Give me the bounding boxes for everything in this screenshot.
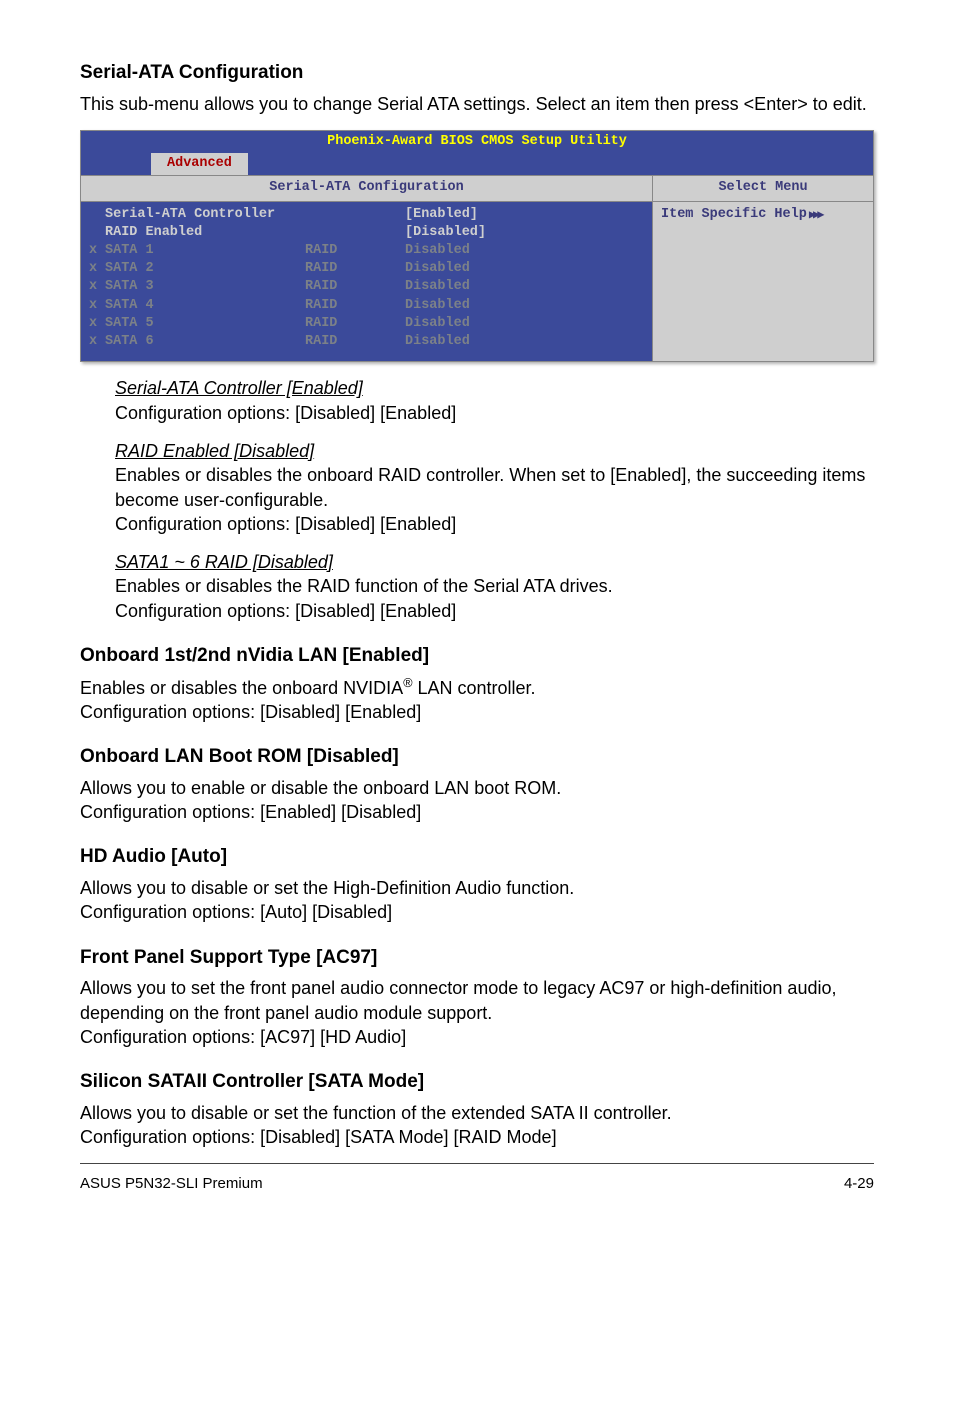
subitem-sata-raid: SATA1 ~ 6 RAID [Disabled] Enables or dis… xyxy=(80,550,874,623)
bios-c1: SATA 1 xyxy=(105,242,305,260)
bios-tabrow: Advanced xyxy=(81,153,873,176)
subitem-body: Enables or disables the RAID function of… xyxy=(115,574,874,598)
bios-c2: RAID xyxy=(305,297,405,315)
subitem-body: Configuration options: [Disabled] [Enabl… xyxy=(115,401,874,425)
bios-body: Serial-ATA Controller [Enabled] RAID Ena… xyxy=(81,201,873,362)
bios-setting-label: Serial-ATA Controller xyxy=(105,206,305,224)
bios-c2: RAID xyxy=(305,333,405,351)
bios-c3: Disabled xyxy=(405,242,644,260)
footer-divider xyxy=(80,1163,874,1164)
section-heading-lan-rom: Onboard LAN Boot ROM [Disabled] xyxy=(80,744,874,770)
subitem-title: SATA1 ~ 6 RAID [Disabled] xyxy=(115,550,874,574)
section-heading-front-panel: Front Panel Support Type [AC97] xyxy=(80,945,874,971)
section-heading-hd-audio: HD Audio [Auto] xyxy=(80,844,874,870)
bios-c1: SATA 3 xyxy=(105,278,305,296)
bios-x: x xyxy=(89,333,105,351)
bios-x xyxy=(89,224,105,242)
bios-x: x xyxy=(89,315,105,333)
bios-row: x SATA 5 RAID Disabled xyxy=(89,315,644,333)
bios-help-text: Item Specific Help xyxy=(661,206,807,224)
body-line: Configuration options: [Disabled] [SATA … xyxy=(80,1127,557,1147)
bios-setting-row[interactable]: Serial-ATA Controller [Enabled] xyxy=(89,206,644,224)
footer-left: ASUS P5N32-SLI Premium xyxy=(80,1174,263,1194)
bios-c2: RAID xyxy=(305,278,405,296)
bios-c3: Disabled xyxy=(405,297,644,315)
body-line: Allows you to disable or set the High-De… xyxy=(80,878,574,898)
bios-setting-value: [Enabled] xyxy=(405,206,644,224)
lan-body-options: Configuration options: [Disabled] [Enabl… xyxy=(80,702,421,722)
section-body: Allows you to disable or set the functio… xyxy=(80,1101,874,1150)
bios-title: Phoenix-Award BIOS CMOS Setup Utility xyxy=(81,131,873,153)
bios-row: x SATA 1 RAID Disabled xyxy=(89,242,644,260)
body-line: Allows you to enable or disable the onbo… xyxy=(80,778,561,798)
bios-c2: RAID xyxy=(305,315,405,333)
arrows-icon: ▶▶▶ xyxy=(809,207,822,223)
bios-header-row: Serial-ATA Configuration Select Menu xyxy=(81,176,873,200)
subitem-body: Enables or disables the onboard RAID con… xyxy=(115,463,874,512)
body-line: Allows you to disable or set the functio… xyxy=(80,1103,672,1123)
bios-setting-mid xyxy=(305,224,405,242)
bios-row: x SATA 4 RAID Disabled xyxy=(89,297,644,315)
tab-spacer xyxy=(81,153,151,175)
section-heading-silicon: Silicon SATAII Controller [SATA Mode] xyxy=(80,1069,874,1095)
subitem-body: Configuration options: [Disabled] [Enabl… xyxy=(115,512,874,536)
bios-row: x SATA 6 RAID Disabled xyxy=(89,333,644,351)
subitem-body: Configuration options: [Disabled] [Enabl… xyxy=(115,599,874,623)
body-line: Allows you to set the front panel audio … xyxy=(80,978,836,1022)
section-heading-onboard-lan: Onboard 1st/2nd nVidia LAN [Enabled] xyxy=(80,643,874,669)
bios-c1: SATA 5 xyxy=(105,315,305,333)
lan-body-part2: LAN controller. xyxy=(412,678,535,698)
bios-c2: RAID xyxy=(305,260,405,278)
bios-left-header: Serial-ATA Configuration xyxy=(81,176,653,200)
bios-tab-advanced[interactable]: Advanced xyxy=(151,153,248,175)
section-body: Allows you to set the front panel audio … xyxy=(80,976,874,1049)
bios-setting-row[interactable]: RAID Enabled [Disabled] xyxy=(89,224,644,242)
bios-row: x SATA 2 RAID Disabled xyxy=(89,260,644,278)
bios-c3: Disabled xyxy=(405,278,644,296)
subitem-title: Serial-ATA Controller [Enabled] xyxy=(115,376,874,400)
bios-body-left: Serial-ATA Controller [Enabled] RAID Ena… xyxy=(81,202,653,362)
bios-body-right: Item Specific Help▶▶▶ xyxy=(653,202,873,362)
subitem-raid-enabled: RAID Enabled [Disabled] Enables or disab… xyxy=(80,439,874,536)
bios-c3: Disabled xyxy=(405,260,644,278)
bios-x: x xyxy=(89,297,105,315)
bios-c1: SATA 2 xyxy=(105,260,305,278)
body-line: Configuration options: [AC97] [HD Audio] xyxy=(80,1027,406,1047)
bios-x xyxy=(89,206,105,224)
subitem-serial-ata-controller: Serial-ATA Controller [Enabled] Configur… xyxy=(80,376,874,425)
bios-right-header: Select Menu xyxy=(653,176,873,200)
body-line: Configuration options: [Auto] [Disabled] xyxy=(80,902,392,922)
bios-setting-mid xyxy=(305,206,405,224)
bios-x: x xyxy=(89,260,105,278)
bios-setting-label: RAID Enabled xyxy=(105,224,305,242)
lan-body-part1: Enables or disables the onboard NVIDIA xyxy=(80,678,403,698)
subitem-title: RAID Enabled [Disabled] xyxy=(115,439,874,463)
section-body: Allows you to enable or disable the onbo… xyxy=(80,776,874,825)
bios-panel: Phoenix-Award BIOS CMOS Setup Utility Ad… xyxy=(80,130,874,362)
section-heading-serial-ata: Serial-ATA Configuration xyxy=(80,60,874,86)
bios-c3: Disabled xyxy=(405,315,644,333)
bios-x: x xyxy=(89,278,105,296)
section-intro: This sub-menu allows you to change Seria… xyxy=(80,92,874,116)
bios-x: x xyxy=(89,242,105,260)
bios-c3: Disabled xyxy=(405,333,644,351)
body-line: Configuration options: [Enabled] [Disabl… xyxy=(80,802,421,822)
bios-c2: RAID xyxy=(305,242,405,260)
bios-c1: SATA 6 xyxy=(105,333,305,351)
section-body: Enables or disables the onboard NVIDIA® … xyxy=(80,675,874,725)
footer-right: 4-29 xyxy=(844,1174,874,1194)
bios-c1: SATA 4 xyxy=(105,297,305,315)
section-body: Allows you to disable or set the High-De… xyxy=(80,876,874,925)
bios-setting-value: [Disabled] xyxy=(405,224,644,242)
bios-row: x SATA 3 RAID Disabled xyxy=(89,278,644,296)
page-footer: ASUS P5N32-SLI Premium 4-29 xyxy=(80,1174,874,1194)
